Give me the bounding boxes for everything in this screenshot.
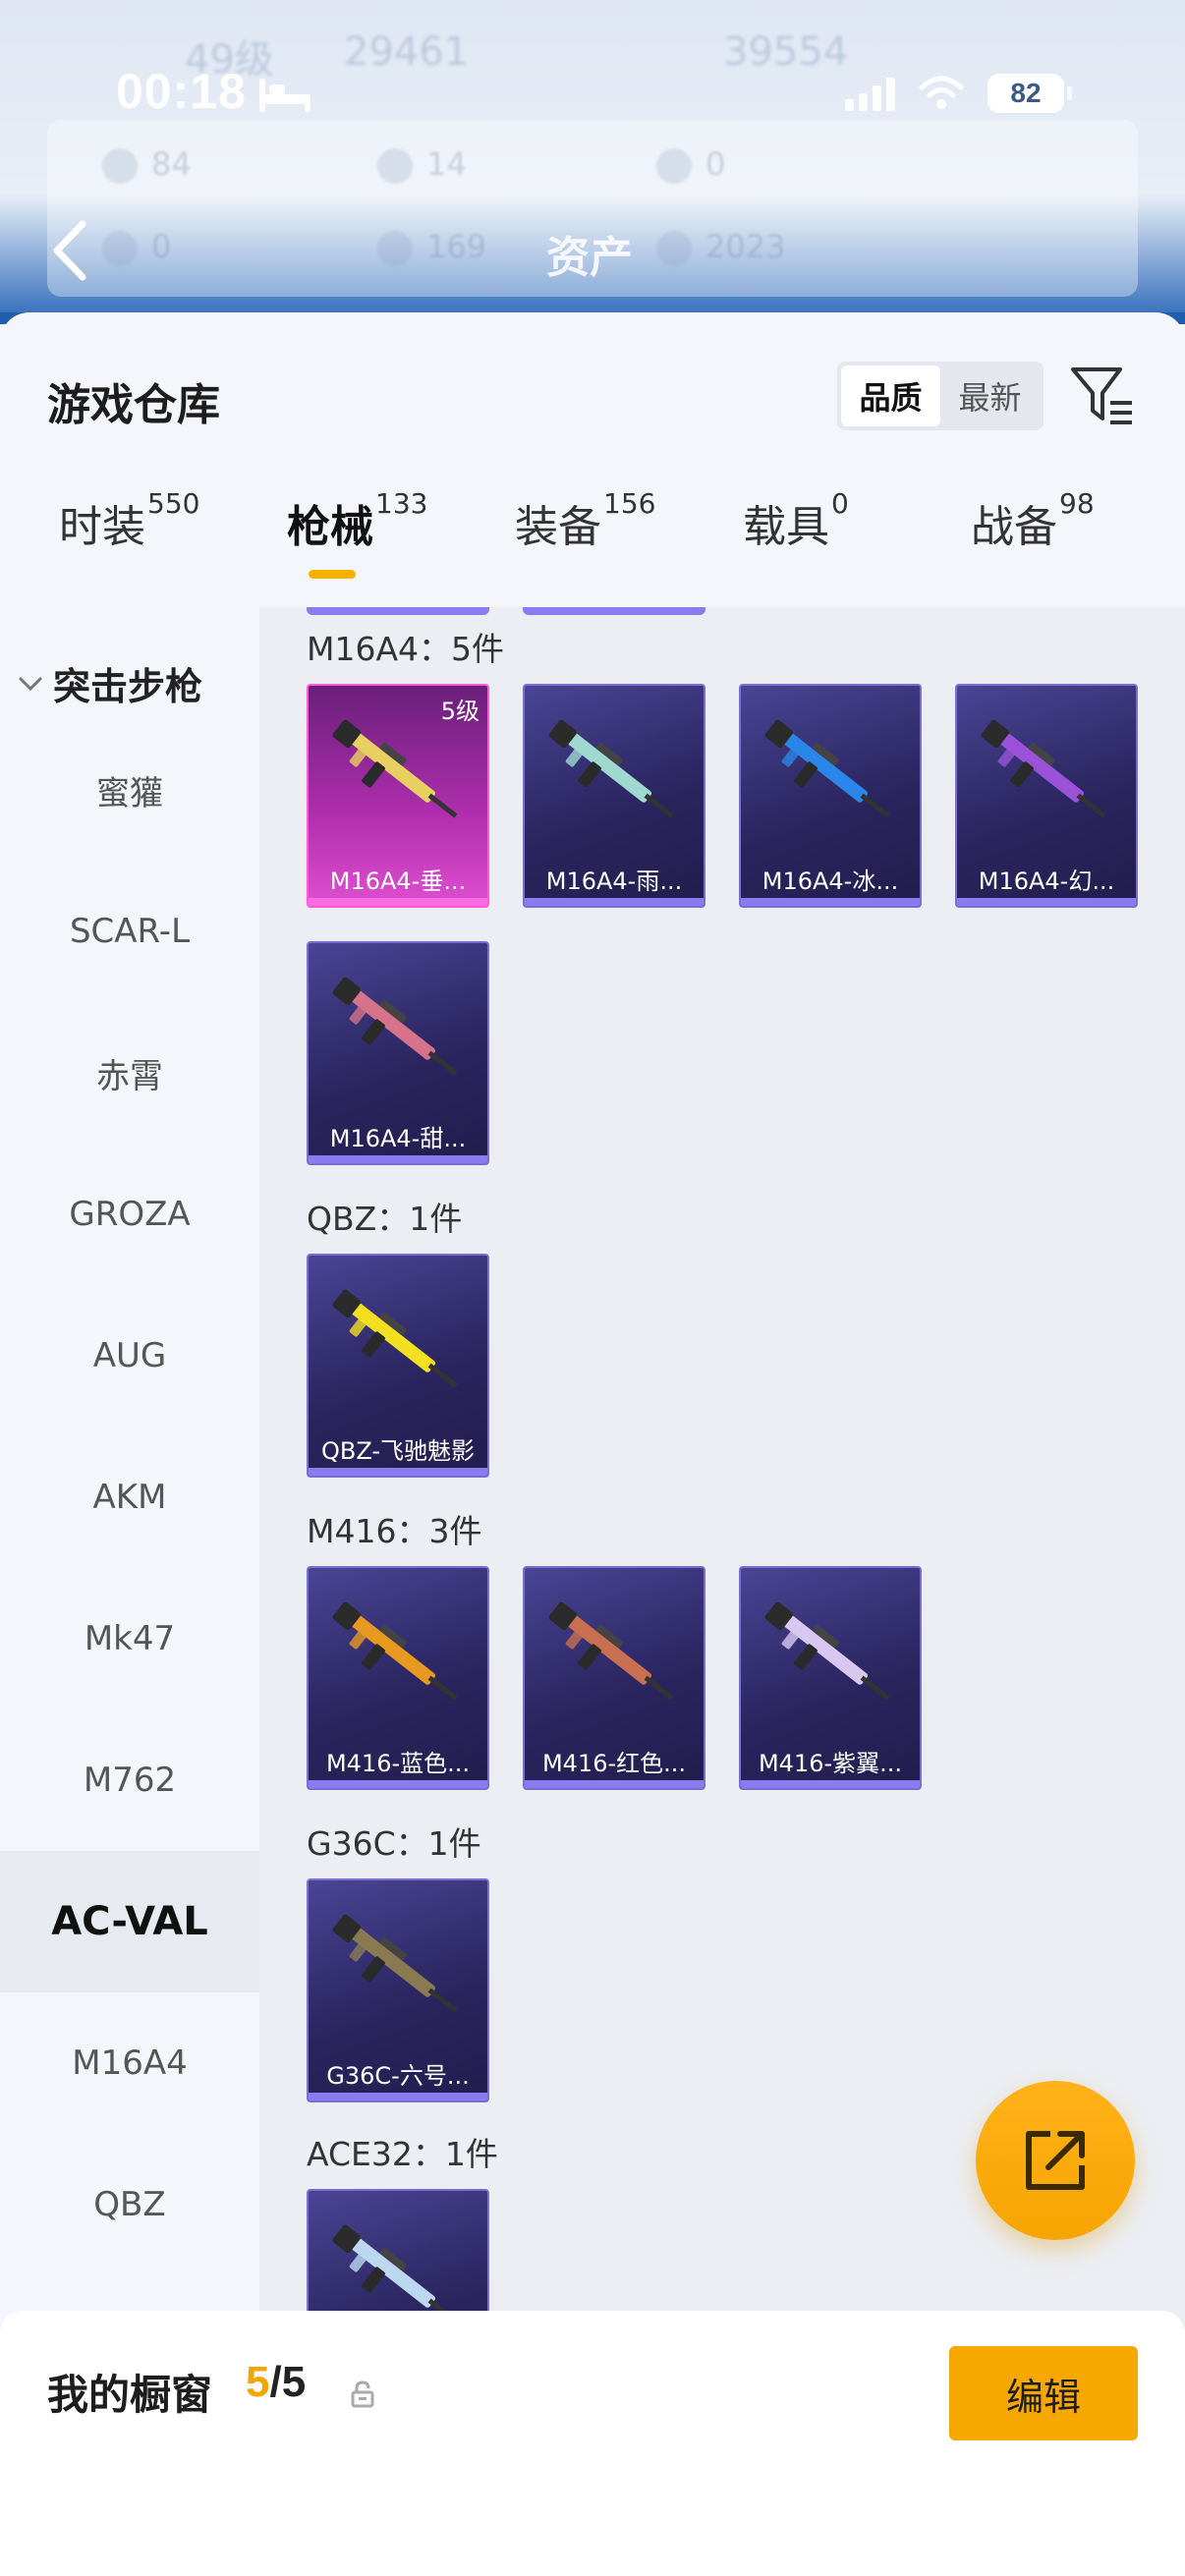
share-button[interactable] (976, 2081, 1135, 2240)
skin-name: M16A4-雨... (545, 868, 683, 895)
skin-name: M16A4-幻... (978, 868, 1115, 895)
weapon-sidebar: 突击步枪 蜜獾 SCAR-L 赤霄 GROZA AUG AKM Mk47 M76… (0, 607, 259, 2576)
scrolled-card-edge (307, 607, 489, 615)
skin-card[interactable]: G36C-六号... (307, 1878, 489, 2102)
rarity-bar (525, 1780, 704, 1788)
gun-skin-image (764, 1601, 890, 1701)
gun-skin-image (332, 1289, 458, 1388)
skin-card[interactable]: M416-紫翼... (739, 1566, 922, 1790)
tab-supplies[interactable]: 战备98 (971, 487, 1095, 589)
sidebar-item-aug[interactable]: AUG (0, 1285, 259, 1427)
gun-skin-image (548, 719, 674, 818)
rarity-bar (525, 898, 704, 906)
battery-indicator: 82 (988, 74, 1072, 113)
rarity-bar (741, 898, 920, 906)
skin-name: M416-紫翼... (758, 1750, 903, 1777)
sidebar-item-groza[interactable]: GROZA (0, 1144, 259, 1285)
skin-grid: M16A4：5件 5级 M16A4-垂... M16A4-雨... M16A4-冰...… (259, 607, 1185, 2328)
sidebar-item-qbz[interactable]: QBZ (0, 2134, 259, 2275)
skin-card[interactable]: M16A4-雨... (523, 684, 705, 908)
scrolled-card-edge (523, 607, 705, 615)
skin-card[interactable]: M416-红色... (523, 1566, 705, 1790)
skin-card[interactable]: M416-蓝色... (307, 1566, 489, 1790)
page-title: 资产 (546, 233, 633, 283)
skin-card[interactable] (307, 2189, 489, 2328)
section-title: M416：3件 (307, 1512, 482, 1550)
share-export-icon (1026, 2131, 1085, 2190)
sidebar-item-ac-val[interactable]: AC-VAL (0, 1851, 259, 1992)
sidebar-item-chixiao[interactable]: 赤霄 (0, 1002, 259, 1144)
sidebar-item-m16a4[interactable]: M16A4 (0, 1992, 259, 2134)
gun-skin-image (981, 719, 1106, 818)
section-title: M16A4：5件 (307, 630, 505, 668)
wifi-icon (919, 76, 964, 109)
skin-card[interactable]: QBZ-飞驰魅影 (307, 1254, 489, 1478)
showcase-count: 5/5 (246, 2358, 307, 2406)
showcase-label: 我的橱窗 (47, 2371, 213, 2419)
skin-level-badge: 5级 (440, 698, 480, 725)
rarity-bar (309, 1155, 487, 1163)
sidebar-item-mihuan[interactable]: 蜜獾 (0, 719, 259, 861)
gun-skin-image (548, 1601, 674, 1701)
chevron-down-icon (19, 677, 42, 691)
tab-vehicles[interactable]: 载具0 (743, 487, 849, 589)
sort-quality-option[interactable]: 品质 (841, 365, 940, 426)
skin-name: G36C-六号... (326, 2062, 470, 2090)
lock-icon (351, 2380, 374, 2408)
rarity-bar (309, 898, 487, 906)
gun-skin-image (764, 719, 890, 818)
skin-card[interactable]: 5级 M16A4-垂... (307, 684, 489, 908)
rarity-bar (309, 2093, 487, 2100)
sidebar-category[interactable]: 突击步枪 (18, 656, 202, 710)
filter-icon[interactable] (1069, 362, 1136, 430)
skin-card[interactable]: M16A4-冰... (739, 684, 922, 908)
category-tabs: 时装550 枪械133 装备156 载具0 战备98 (0, 487, 1185, 599)
sidebar-item-scar-l[interactable]: SCAR-L (0, 861, 259, 1002)
active-tab-indicator (309, 570, 356, 579)
sort-newest-option[interactable]: 最新 (940, 365, 1040, 426)
sort-toggle: 品质 最新 (837, 362, 1044, 430)
skin-name: M416-红色... (541, 1750, 687, 1777)
tab-equipment[interactable]: 装备156 (515, 487, 655, 589)
gun-skin-image (332, 1914, 458, 2013)
gun-skin-image (332, 719, 458, 818)
skin-card[interactable]: M16A4-甜... (307, 941, 489, 1165)
skin-name: M416-蓝色... (325, 1750, 471, 1777)
warehouse-sheet: 游戏仓库 品质 最新 时装550 枪械133 装备156 载具0 战备98 突击… (0, 312, 1185, 2576)
skin-name: M16A4-冰... (762, 868, 899, 895)
ghost-score: 39554 (723, 29, 849, 75)
sleep-bed-icon (259, 79, 310, 112)
sidebar-item-m762[interactable]: M762 (0, 1709, 259, 1851)
sidebar-item-mk47[interactable]: Mk47 (0, 1568, 259, 1709)
ghost-points: 29461 (344, 29, 470, 75)
back-arrow-icon[interactable] (45, 216, 94, 285)
rarity-bar (309, 1780, 487, 1788)
tab-guns[interactable]: 枪械133 (287, 487, 427, 589)
skin-card[interactable]: M16A4-幻... (955, 684, 1138, 908)
edit-button[interactable]: 编辑 (949, 2346, 1138, 2440)
section-title: ACE32：1件 (307, 2135, 498, 2173)
skin-name: QBZ-飞驰魅影 (320, 1437, 476, 1465)
sidebar-item-akm[interactable]: AKM (0, 1427, 259, 1568)
rarity-bar (741, 1780, 920, 1788)
cellular-signal-icon (845, 76, 895, 111)
rarity-bar (957, 898, 1136, 906)
skin-name: M16A4-垂... (329, 868, 467, 895)
gun-skin-image (332, 1601, 458, 1701)
rarity-bar (309, 1468, 487, 1476)
sheet-title: 游戏仓库 (47, 380, 220, 430)
section-title: G36C：1件 (307, 1824, 481, 1863)
skin-name: M16A4-甜... (329, 1125, 467, 1152)
status-indicators: 82 (845, 69, 1072, 118)
tab-fashion[interactable]: 时装550 (59, 487, 199, 589)
showcase-bar: 我的橱窗 5/5 编辑 (0, 2311, 1185, 2576)
status-time: 00:18 (116, 64, 247, 119)
gun-skin-image (332, 977, 458, 1076)
section-title: QBZ：1件 (307, 1200, 463, 1238)
